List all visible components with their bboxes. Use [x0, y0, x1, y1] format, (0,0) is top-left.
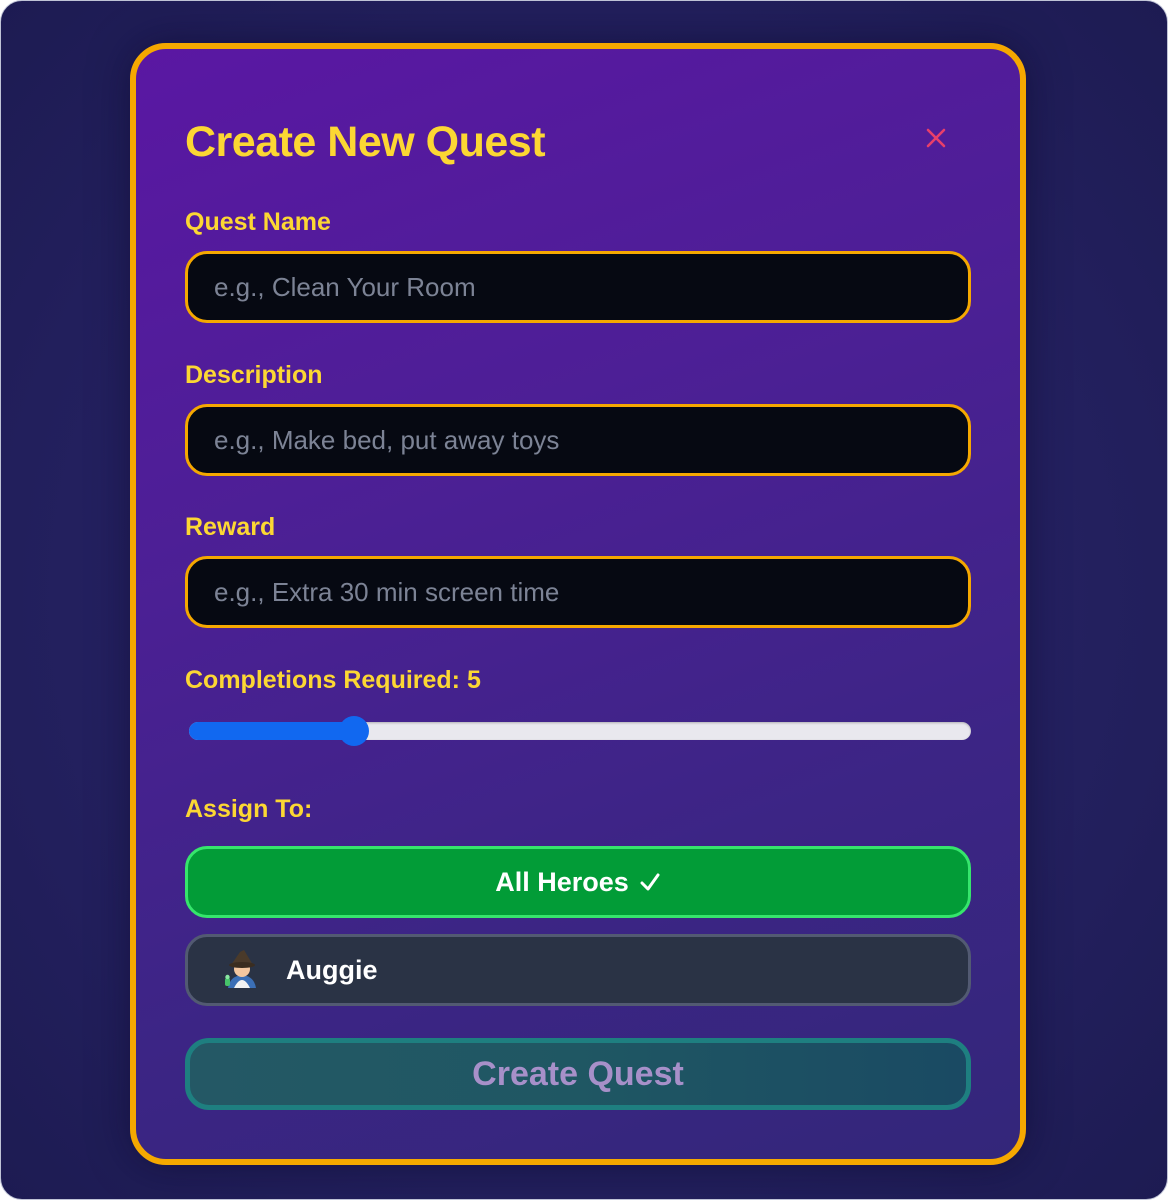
- assign-to-label: Assign To:: [185, 795, 313, 823]
- completions-slider-fill: [189, 722, 354, 740]
- quest-name-input[interactable]: [185, 251, 971, 323]
- modal-title: Create New Quest: [185, 118, 546, 166]
- reward-input[interactable]: [185, 556, 971, 628]
- checkmark-icon: [639, 871, 661, 893]
- create-quest-label: Create Quest: [472, 1054, 684, 1093]
- completions-slider[interactable]: [189, 716, 971, 746]
- hero-button-auggie[interactable]: Auggie: [185, 934, 971, 1006]
- close-icon: [926, 128, 946, 148]
- app-window: Create New Quest Quest Name Description …: [0, 0, 1168, 1200]
- completions-slider-thumb[interactable]: [339, 716, 369, 746]
- hero-name: Auggie: [286, 954, 378, 985]
- description-input[interactable]: [185, 404, 971, 476]
- all-heroes-label: All Heroes: [495, 866, 629, 897]
- wizard-avatar-icon: [220, 948, 264, 992]
- reward-label: Reward: [185, 513, 276, 541]
- close-button[interactable]: [914, 116, 958, 160]
- quest-name-label: Quest Name: [185, 208, 331, 236]
- description-label: Description: [185, 361, 323, 389]
- all-heroes-button[interactable]: All Heroes: [185, 846, 971, 918]
- create-quest-modal: Create New Quest Quest Name Description …: [130, 43, 1026, 1165]
- create-quest-button[interactable]: Create Quest: [185, 1038, 971, 1110]
- completions-label: Completions Required: 5: [185, 666, 481, 694]
